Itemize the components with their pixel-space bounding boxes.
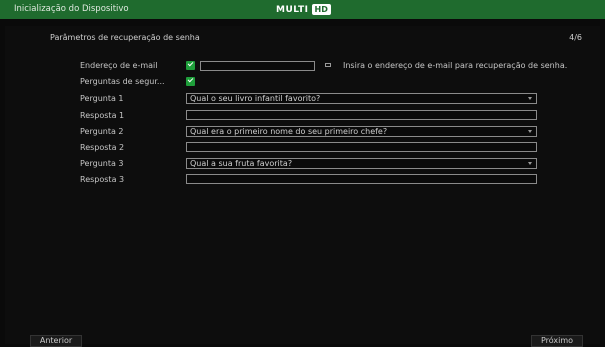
question-2-label: Pergunta 2 bbox=[80, 127, 124, 136]
page-title: Parâmetros de recuperação de senha bbox=[50, 33, 200, 42]
answer-1-label: Resposta 1 bbox=[80, 111, 125, 120]
email-field[interactable] bbox=[200, 61, 315, 71]
answer-2-field[interactable] bbox=[186, 142, 537, 152]
window-title: Inicialização do Dispositivo bbox=[14, 4, 129, 14]
email-hint: Insira o endereço de e-mail para recuper… bbox=[343, 61, 568, 70]
answer-3-field[interactable] bbox=[186, 174, 537, 184]
email-label: Endereço de e-mail bbox=[80, 61, 158, 70]
chevron-down-icon bbox=[528, 130, 532, 133]
chevron-down-icon bbox=[528, 162, 532, 165]
question-3-label: Pergunta 3 bbox=[80, 159, 124, 168]
answer-1-field[interactable] bbox=[186, 110, 537, 120]
answer-2-label: Resposta 2 bbox=[80, 143, 125, 152]
security-questions-checkbox[interactable] bbox=[186, 77, 195, 86]
question-3-value: Qual a sua fruta favorita? bbox=[190, 159, 293, 168]
question-2-select[interactable]: Qual era o primeiro nome do seu primeiro… bbox=[186, 126, 537, 137]
security-questions-label: Perguntas de segur... bbox=[80, 77, 165, 86]
envelope-icon bbox=[325, 63, 331, 67]
email-checkbox[interactable] bbox=[186, 61, 195, 70]
title-bar: Inicialização do Dispositivo MULTI HD bbox=[0, 0, 605, 19]
content-panel bbox=[5, 26, 600, 344]
brand-logo: MULTI HD bbox=[276, 3, 331, 16]
question-1-label: Pergunta 1 bbox=[80, 94, 124, 103]
brand-logo-badge: HD bbox=[311, 4, 331, 15]
question-3-select[interactable]: Qual a sua fruta favorita? bbox=[186, 158, 537, 169]
question-1-value: Qual o seu livro infantil favorito? bbox=[190, 94, 321, 103]
next-button[interactable]: Próximo bbox=[531, 335, 583, 347]
question-2-value: Qual era o primeiro nome do seu primeiro… bbox=[190, 127, 388, 136]
brand-logo-text: MULTI bbox=[276, 4, 309, 15]
chevron-down-icon bbox=[528, 97, 532, 100]
answer-3-label: Resposta 3 bbox=[80, 175, 125, 184]
step-indicator: 4/6 bbox=[569, 33, 582, 42]
question-1-select[interactable]: Qual o seu livro infantil favorito? bbox=[186, 93, 537, 104]
back-button[interactable]: Anterior bbox=[30, 335, 82, 347]
